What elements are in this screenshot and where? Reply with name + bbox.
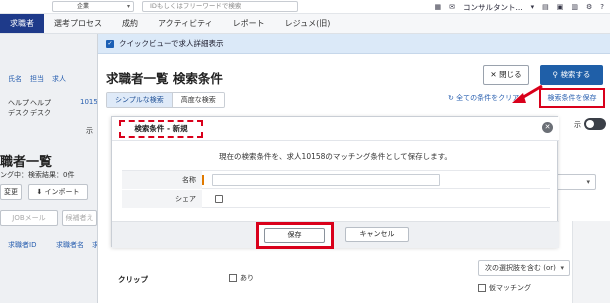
bg-import-label: インポート [44, 188, 80, 196]
top-header: 企業 IDもしくはフリーワードで検索 ▦ ✉ コンサルタント... ▾ ▤ ▣ … [0, 0, 610, 14]
display-toggle-label: 示 [574, 121, 581, 129]
document-icon[interactable]: ▤ [542, 3, 549, 11]
share-label: シェア [122, 190, 202, 208]
provisional-match-option[interactable]: 仮マッチング [478, 283, 531, 293]
nav-tab-selection-process[interactable]: 選考プロセス [44, 14, 112, 33]
gear-icon[interactable]: ⚙ [586, 3, 592, 11]
chevron-down-icon: ▾ [586, 178, 590, 186]
bg-table-col-id[interactable]: 求職者ID [8, 240, 36, 250]
save-conditions-dialog: 検索条件 - 新規 ✕ 現在の検索条件を、求人10158のマッチング条件として保… [111, 116, 559, 249]
bg-col-job[interactable]: 求人 [52, 74, 66, 84]
name-input[interactable] [212, 174, 440, 186]
required-marker [202, 175, 204, 185]
bg-candidate-button[interactable]: 候補者え [62, 210, 97, 226]
import-icon: ⬇ [36, 188, 45, 196]
clear-all-link[interactable]: ↻ 全ての条件をクリア [448, 93, 519, 103]
provisional-match-label: 仮マッチング [489, 284, 531, 292]
search-button[interactable]: ⚲ 検索する [540, 65, 603, 85]
save-button[interactable]: 保存 [264, 228, 325, 243]
close-label: 閉じる [499, 70, 522, 79]
nav-tab-contracts[interactable]: 成約 [112, 14, 148, 33]
help-icon[interactable]: ? [600, 3, 604, 11]
name-label: 名称 [122, 171, 202, 189]
header-right-tools: ▦ ✉ コンサルタント... ▾ ▤ ▣ ▥ ⚙ ? [434, 0, 610, 14]
table-icon[interactable]: ▥ [571, 3, 578, 11]
bg-col-owner[interactable]: 担当 [30, 74, 44, 84]
display-toggle[interactable] [584, 118, 606, 130]
close-button[interactable]: ✕ 閉じる [483, 65, 529, 85]
quickview-checkbox[interactable]: ✓ [106, 39, 114, 48]
bg-help-2: ヘルプデスク [30, 99, 51, 117]
save-conditions-link[interactable]: 検索条件を保存 [539, 88, 605, 108]
bg-result-count: ング中：検索結果：0件 [0, 171, 75, 179]
nav-tab-report[interactable]: レポート [223, 14, 275, 33]
dialog-header: 検索条件 - 新規 ✕ [112, 117, 559, 141]
dialog-footer [112, 221, 559, 248]
bg-table-col-name[interactable]: 求職者名 [56, 240, 84, 250]
bg-job-mail-button[interactable]: JOBメール [0, 210, 58, 226]
bg-col-name[interactable]: 氏名 [8, 74, 22, 84]
side-options-box [572, 221, 610, 303]
bg-import-button[interactable]: ⬇ インポート [28, 184, 88, 200]
refresh-icon: ↻ [448, 94, 457, 102]
quickview-bar: ✓ クイックビューで求人詳細表示 [98, 34, 610, 54]
tab-simple-search[interactable]: シンプルな検索 [107, 93, 173, 107]
dialog-message: 現在の検索条件を、求人10158のマッチング条件として保存します。 [219, 152, 452, 161]
company-select[interactable]: 企業 [52, 1, 134, 12]
bg-change-button[interactable]: 変更 [0, 184, 22, 200]
or-condition-select[interactable]: 次の選択肢を含む (or) ▾ [478, 260, 570, 276]
form-row-share: シェア [122, 190, 550, 208]
panel-title: 求職者一覧 検索条件 [106, 71, 223, 86]
clip-label: クリップ [118, 275, 148, 284]
search-mode-tabs: シンプルな検索 高度な検索 [106, 92, 225, 108]
clip-option-label: あり [240, 274, 254, 282]
calendar-icon[interactable]: ▣ [557, 3, 564, 11]
chevron-down-icon: ▾ [560, 264, 564, 272]
provisional-match-checkbox[interactable] [478, 284, 486, 292]
main-nav: 求職者 選考プロセス 成約 アクティビティ レポート レジュメ(旧) [0, 14, 610, 34]
search-label: 検索する [560, 70, 591, 79]
bg-page-heading: 職者一覧 [0, 155, 53, 170]
cancel-button[interactable]: キャンセル [345, 227, 409, 242]
clip-checkbox[interactable] [229, 274, 237, 282]
save-button-highlight: 保存 [256, 222, 334, 249]
mail-icon[interactable]: ✉ [449, 3, 455, 11]
bg-display-label: 示 [86, 127, 93, 135]
tab-advanced-search[interactable]: 高度な検索 [172, 93, 224, 107]
nav-tab-candidates[interactable]: 求職者 [0, 14, 44, 33]
dialog-close-icon[interactable]: ✕ [542, 122, 553, 133]
bg-id-link[interactable]: 1015 [80, 98, 98, 106]
share-checkbox[interactable] [215, 195, 223, 203]
clip-option[interactable]: あり [229, 273, 254, 283]
quickview-label: クイックビューで求人詳細表示 [119, 39, 224, 48]
nav-tab-resume-old[interactable]: レジュメ(旧) [275, 14, 341, 33]
global-search-input[interactable]: IDもしくはフリーワードで検索 [142, 1, 298, 12]
dialog-title: 検索条件 - 新規 [119, 120, 203, 138]
user-menu[interactable]: コンサルタント... [463, 2, 523, 13]
chevron-down-icon[interactable]: ▾ [531, 3, 535, 11]
form-row-name: 名称 [122, 171, 550, 189]
dialog-form: 名称 シェア [122, 170, 550, 208]
or-condition-label: 次の選択肢を含む (or) [485, 264, 556, 272]
grid-icon[interactable]: ▦ [434, 3, 441, 11]
nav-tab-activity[interactable]: アクティビティ [148, 14, 223, 33]
close-icon: ✕ [490, 70, 500, 79]
bg-help-1: ヘルプデスク [8, 99, 29, 117]
